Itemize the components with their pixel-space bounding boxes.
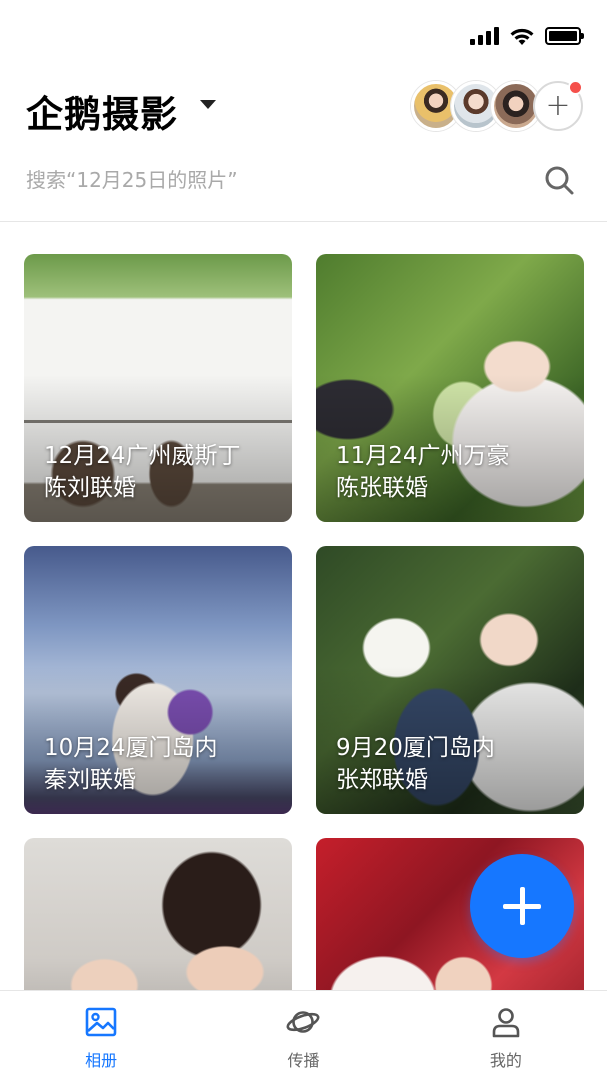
status-icons: [470, 26, 584, 46]
album-card[interactable]: 11月24广州万豪 陈张联婚: [316, 254, 584, 522]
album-names: 陈张联婚: [336, 475, 428, 501]
dropdown-arrow-icon[interactable]: [200, 100, 216, 109]
album-caption: 10月24厦门岛内 秦刘联婚: [44, 732, 218, 796]
album-date-location: 12月24广州威斯丁: [44, 443, 241, 469]
divider: [0, 221, 607, 222]
header: 企鹅摄影 +: [26, 78, 583, 138]
album-title[interactable]: 企鹅摄影: [26, 84, 178, 138]
album-caption: 9月20厦门岛内 张郑联婚: [336, 732, 495, 796]
planet-icon: [287, 1011, 320, 1033]
tab-share[interactable]: 传播: [202, 991, 404, 1080]
search-input[interactable]: [26, 168, 506, 192]
album-names: 秦刘联婚: [44, 767, 136, 793]
album-card[interactable]: 12月24广州威斯丁 陈刘联婚: [24, 254, 292, 522]
album-names: 张郑联婚: [336, 767, 428, 793]
tab-label: 传播: [287, 1051, 320, 1070]
tab-bar: 相册 传播 我的: [0, 990, 607, 1080]
wifi-icon: [510, 28, 534, 45]
search-bar: [26, 160, 583, 206]
search-icon[interactable]: [543, 164, 575, 196]
album-names: 陈刘联婚: [44, 475, 136, 501]
person-icon: [492, 1008, 520, 1038]
tab-album[interactable]: 相册: [0, 991, 202, 1080]
album-card[interactable]: 9月20厦门岛内 张郑联婚: [316, 546, 584, 814]
battery-icon: [545, 27, 584, 45]
album-date-location: 9月20厦门岛内: [336, 735, 495, 761]
album-date-location: 10月24厦门岛内: [44, 735, 218, 761]
add-member-button[interactable]: +: [533, 80, 583, 131]
album-date-location: 11月24广州万豪: [336, 443, 510, 469]
signal-icon: [470, 27, 499, 45]
add-album-button[interactable]: [470, 854, 574, 958]
tab-label: 相册: [85, 1051, 118, 1070]
album-card[interactable]: 10月24厦门岛内 秦刘联婚: [24, 546, 292, 814]
tab-profile[interactable]: 我的: [405, 991, 607, 1080]
album-caption: 12月24广州威斯丁 陈刘联婚: [44, 440, 241, 504]
album-caption: 11月24广州万豪 陈张联婚: [336, 440, 510, 504]
notification-dot: [568, 80, 583, 95]
member-avatars: +: [411, 80, 583, 131]
image-icon: [85, 1007, 117, 1037]
status-bar: [0, 0, 607, 70]
plus-icon: +: [545, 88, 571, 123]
tab-label: 我的: [489, 1051, 522, 1070]
